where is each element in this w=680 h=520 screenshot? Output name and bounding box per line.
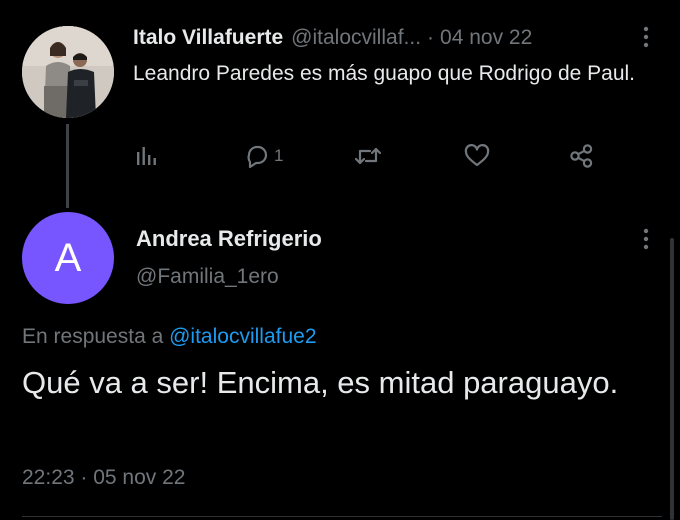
reply-author-avatar[interactable]: A (22, 212, 114, 304)
reply-timestamp[interactable]: 22:23 · 05 nov 22 (22, 466, 185, 490)
reply-button[interactable]: 1 (243, 140, 283, 172)
replying-to-handle-link[interactable]: @italocvillafue2 (169, 325, 316, 348)
retweet-button[interactable] (353, 140, 383, 172)
avatar-photo (22, 26, 114, 118)
parent-tweet-date[interactable]: 04 nov 22 (440, 26, 532, 50)
reply-more-options-icon[interactable] (638, 226, 654, 252)
parent-author-name[interactable]: Italo Villafuerte (133, 26, 283, 50)
reply-tweet-text: Qué va a ser! Encima, es mitad paraguayo… (22, 365, 619, 400)
analytics-icon (137, 147, 156, 165)
thread-connector-line (66, 124, 69, 208)
reply-count: 1 (274, 146, 284, 165)
reply-author-handle[interactable]: @Familia_1ero (136, 265, 279, 289)
scrollbar[interactable] (670, 238, 674, 520)
parent-tweet-header: Italo Villafuerte @italocvillaf... · 04 … (133, 24, 532, 52)
divider (22, 516, 662, 517)
parent-tweet-actions: 1 (133, 140, 613, 172)
reply-icon (247, 145, 268, 169)
reply-author-name[interactable]: Andrea Refrigerio (136, 226, 322, 252)
retweet-icon (354, 147, 382, 165)
share-icon (570, 144, 593, 168)
parent-author-avatar[interactable] (22, 26, 114, 118)
replying-to-label: En respuesta a (22, 325, 164, 348)
header-separator: · (427, 26, 435, 49)
like-button[interactable] (463, 140, 491, 172)
like-icon (464, 144, 490, 167)
share-button[interactable] (568, 140, 596, 172)
parent-author-handle[interactable]: @italocvillaf... (291, 26, 421, 50)
replying-to-line: En respuesta a @italocvillafue2 (22, 325, 317, 349)
parent-more-options-icon[interactable] (638, 24, 654, 50)
parent-tweet-text: Leandro Paredes es más guapo que Rodrigo… (133, 62, 636, 85)
analytics-button[interactable] (133, 140, 159, 172)
